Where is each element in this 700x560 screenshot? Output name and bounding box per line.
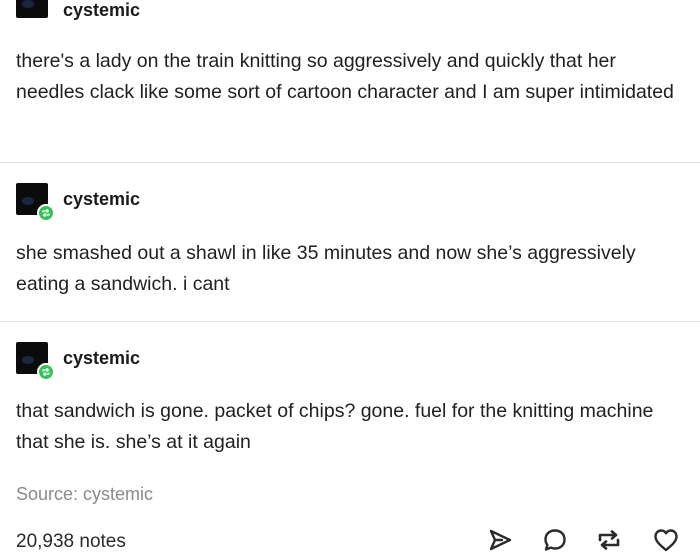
- reblog-button[interactable]: [594, 525, 624, 555]
- notes-count[interactable]: 20,938 notes: [16, 531, 126, 553]
- post-text: she smashed out a shawl in like 35 minut…: [16, 242, 636, 295]
- reblog-badge-icon: [37, 363, 55, 381]
- reblog-icon: [598, 530, 620, 550]
- post-username[interactable]: cystemic: [63, 0, 140, 21]
- like-button[interactable]: [651, 525, 681, 555]
- post-username[interactable]: cystemic: [63, 348, 140, 369]
- share-button[interactable]: [485, 525, 515, 555]
- post-footer: 20,938 notes: [0, 523, 700, 560]
- heart-icon: [654, 529, 678, 552]
- speech-bubble-icon: [544, 529, 566, 551]
- divider: [0, 321, 700, 322]
- post-text: that sandwich is gone. packet of chips? …: [16, 400, 654, 453]
- divider: [0, 162, 700, 163]
- avatar[interactable]: [16, 183, 55, 222]
- post-text: there's a lady on the train knitting so …: [16, 50, 674, 103]
- post-source[interactable]: Source: cystemic: [16, 484, 153, 505]
- post-username[interactable]: cystemic: [63, 189, 140, 210]
- avatar[interactable]: [16, 342, 55, 381]
- paper-plane-icon: [489, 529, 512, 551]
- reply-button[interactable]: [540, 525, 570, 555]
- reblog-badge-icon: [37, 204, 55, 222]
- avatar[interactable]: [16, 0, 48, 18]
